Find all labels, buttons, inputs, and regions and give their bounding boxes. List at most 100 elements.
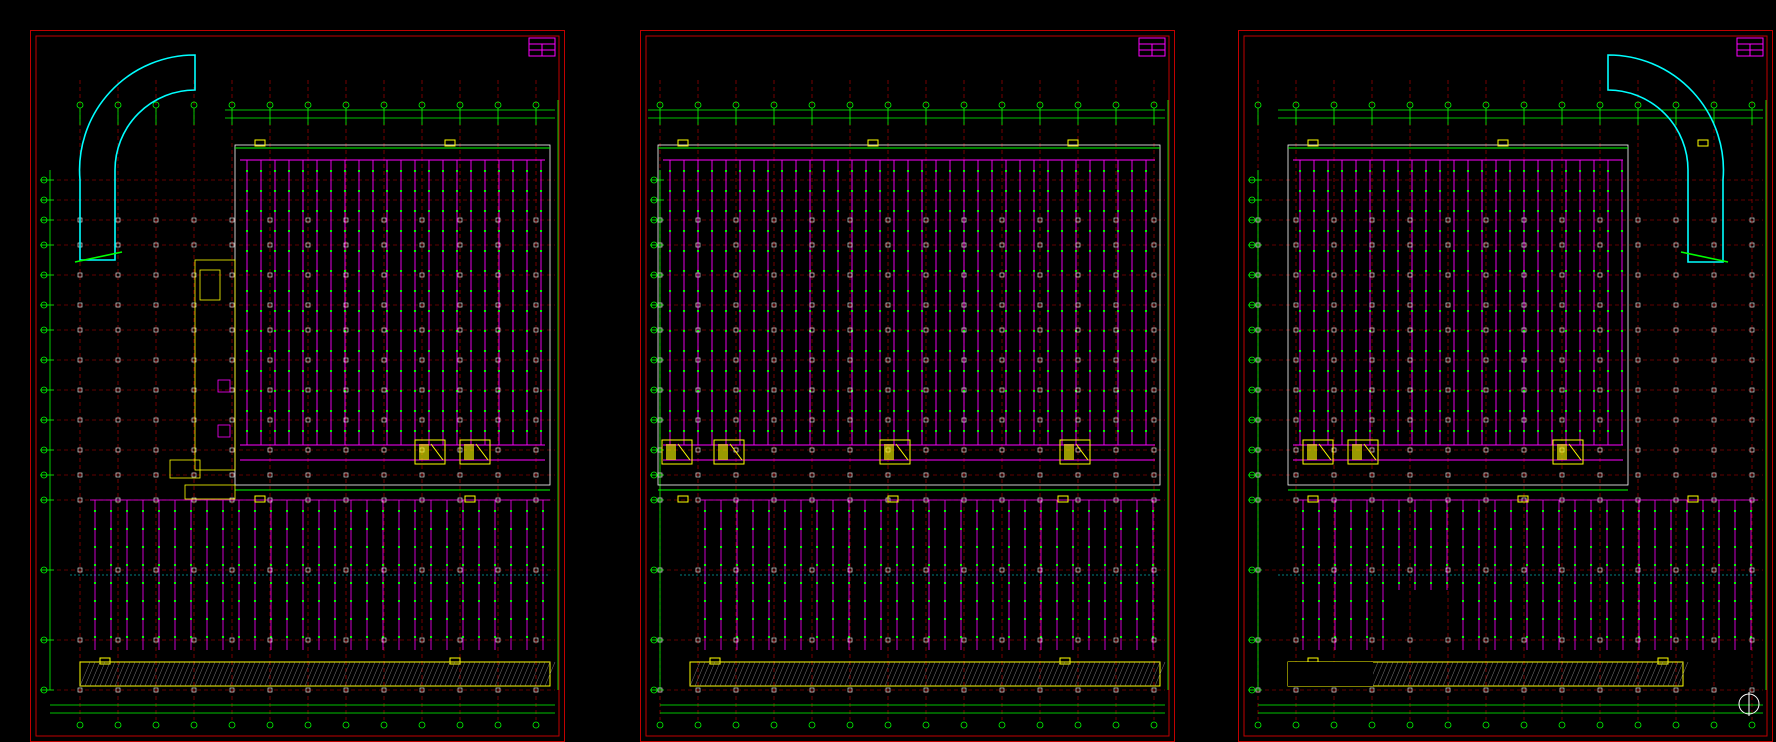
parking-fixture [1334, 564, 1336, 566]
parking-fixture [1040, 582, 1042, 584]
parking-fixture [270, 510, 272, 512]
parking-fixture [1398, 582, 1400, 584]
axis-bubble [342, 721, 350, 729]
parking-fixture [1088, 618, 1090, 620]
parking-fixture [1366, 546, 1368, 548]
parking-fixture [526, 528, 528, 530]
parking-fixture [832, 582, 834, 584]
parking-fixture [992, 618, 994, 620]
parking-fixture [736, 600, 738, 602]
parking-fixture [1734, 564, 1736, 566]
parking-fixture [1072, 510, 1074, 512]
parking-fixture [720, 600, 722, 602]
parking-fixture [94, 564, 96, 566]
parking-fixture [832, 528, 834, 530]
parking-fixture [94, 582, 96, 584]
parking-fixture [1574, 618, 1576, 620]
parking-fixture [1446, 510, 1448, 512]
drawing-sheet-1[interactable] [30, 30, 565, 742]
parking-fixture [1040, 528, 1042, 530]
parking-fixture [1382, 510, 1384, 512]
parking-fixture [976, 546, 978, 548]
parking-fixture [366, 564, 368, 566]
parking-fixture [1718, 564, 1720, 566]
parking-fixture [318, 510, 320, 512]
parking-fixture [1606, 582, 1608, 584]
parking-fixture [1542, 618, 1544, 620]
parking-fixture [302, 618, 304, 620]
parking-fixture [158, 528, 160, 530]
parking-fixture [944, 618, 946, 620]
parking-fixture [1590, 636, 1592, 638]
parking-fixture [430, 528, 432, 530]
parking-fixture [896, 582, 898, 584]
parking-fixture [1750, 528, 1752, 530]
parking-fixture [1104, 564, 1106, 566]
parking-fixture [1558, 546, 1560, 548]
parking-fixture [1622, 600, 1624, 602]
parking-fixture [1734, 582, 1736, 584]
sheet-inner-frame [35, 35, 560, 737]
parking-fixture [1088, 582, 1090, 584]
axis-bubble [1520, 721, 1528, 729]
parking-fixture [366, 618, 368, 620]
parking-fixture [430, 636, 432, 638]
parking-fixture [1152, 510, 1154, 512]
parking-fixture [1718, 600, 1720, 602]
parking-fixture [334, 528, 336, 530]
parking-fixture [1056, 618, 1058, 620]
parking-fixture [816, 582, 818, 584]
parking-fixture [1558, 528, 1560, 530]
parking-fixture [430, 564, 432, 566]
parking-fixture [1072, 600, 1074, 602]
parking-fixture [1462, 618, 1464, 620]
parking-fixture [398, 546, 400, 548]
parking-fixture [1558, 564, 1560, 566]
parking-fixture [1686, 510, 1688, 512]
drawing-sheet-3[interactable] [1238, 30, 1773, 742]
parking-fixture [1366, 600, 1368, 602]
parking-fixture [254, 528, 256, 530]
parking-fixture [1558, 618, 1560, 620]
parking-fixture [1446, 546, 1448, 548]
axis-bubble [1634, 721, 1642, 729]
parking-fixture [174, 636, 176, 638]
parking-fixture [720, 510, 722, 512]
parking-fixture [1702, 546, 1704, 548]
parking-fixture [1574, 564, 1576, 566]
parking-fixture [1638, 582, 1640, 584]
axis-bubble [1748, 721, 1756, 729]
parking-fixture [1318, 510, 1320, 512]
parking-fixture [254, 564, 256, 566]
parking-fixture [1686, 600, 1688, 602]
parking-fixture [1024, 528, 1026, 530]
parking-fixture [1382, 582, 1384, 584]
parking-fixture [1136, 546, 1138, 548]
parking-fixture [494, 528, 496, 530]
parking-fixture [1494, 528, 1496, 530]
parking-fixture [912, 618, 914, 620]
parking-fixture [800, 636, 802, 638]
parking-fixture [1366, 528, 1368, 530]
parking-fixture [494, 600, 496, 602]
parking-fixture [1702, 528, 1704, 530]
building-outline [234, 144, 551, 486]
parking-fixture [1350, 546, 1352, 548]
parking-fixture [1366, 510, 1368, 512]
parking-fixture [238, 564, 240, 566]
parking-fixture [736, 528, 738, 530]
parking-fixture [126, 636, 128, 638]
parking-fixture [1414, 546, 1416, 548]
parking-fixture [784, 582, 786, 584]
parking-fixture [1334, 546, 1336, 548]
parking-fixture [1670, 546, 1672, 548]
parking-fixture [784, 564, 786, 566]
parking-fixture [1606, 510, 1608, 512]
parking-fixture [446, 564, 448, 566]
parking-fixture [1702, 618, 1704, 620]
drawing-sheet-2[interactable] [640, 30, 1175, 742]
parking-fixture [1120, 564, 1122, 566]
cad-drawing-viewport[interactable] [0, 0, 1776, 742]
parking-fixture [1638, 510, 1640, 512]
parking-fixture [398, 600, 400, 602]
